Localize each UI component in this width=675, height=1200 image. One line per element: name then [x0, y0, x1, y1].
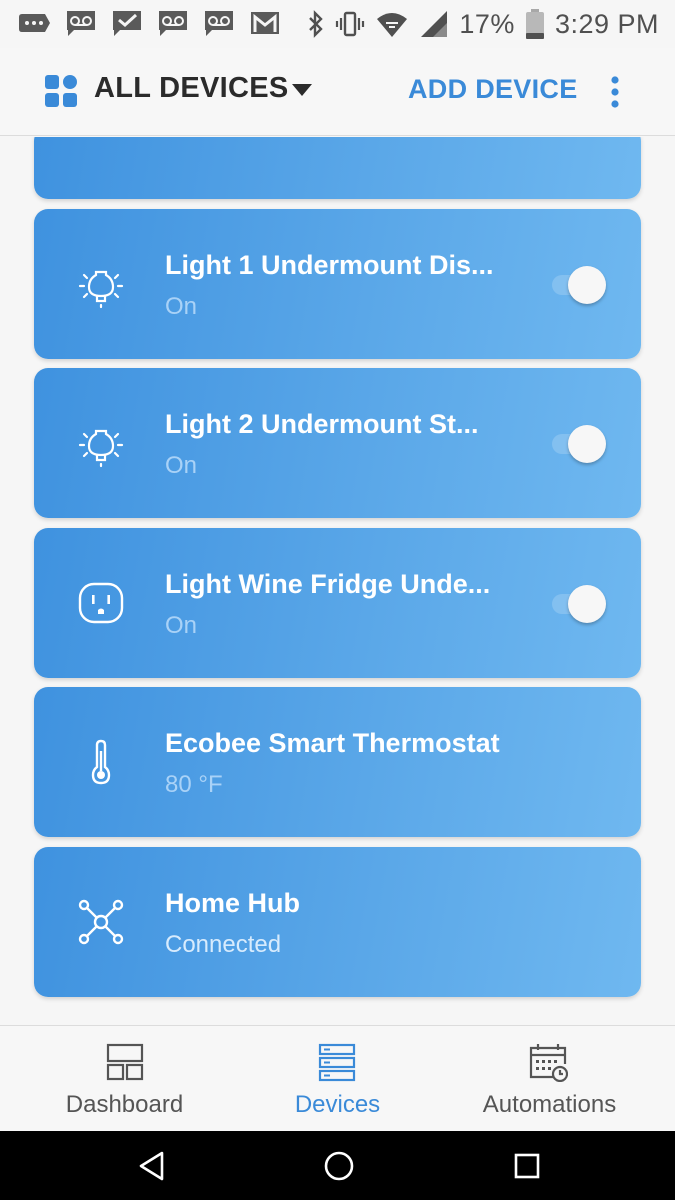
gmail-icon [251, 12, 279, 34]
grid-icon [45, 75, 77, 107]
device-name: Light 2 Undermount St... [165, 409, 479, 439]
device-name: Light 1 Undermount Dis... [165, 250, 494, 280]
automations-icon [529, 1044, 568, 1082]
cellular-signal-icon [421, 11, 448, 37]
device-card[interactable]: Home Hub Connected [34, 847, 641, 997]
device-toggle[interactable] [544, 266, 608, 304]
system-navigation-bar [0, 1131, 675, 1200]
device-card[interactable]: Light 1 Undermount Dis... On [34, 209, 641, 359]
outlet-icon [78, 582, 124, 624]
device-name: Ecobee Smart Thermostat [165, 728, 500, 758]
vibrate-icon [336, 11, 365, 37]
more-options-icon[interactable] [605, 72, 625, 112]
device-status: On [165, 612, 198, 639]
dashboard-icon [106, 1043, 144, 1081]
system-status: 17% 3:29 PM [307, 7, 659, 41]
nav-label: Devices [294, 1091, 381, 1118]
device-card[interactable]: Ecobee Smart Thermostat 80 °F [34, 687, 641, 837]
toggle-knob [568, 266, 606, 304]
device-list[interactable]: Light 1 Undermount Dis... On Light 2 Und… [0, 137, 675, 1025]
bulb-icon [78, 429, 124, 468]
device-status: On [165, 452, 198, 479]
back-icon[interactable] [135, 1149, 169, 1183]
bluetooth-icon [309, 10, 324, 38]
nav-label: Automations [482, 1091, 617, 1118]
device-status: Connected [165, 931, 282, 958]
location-selector[interactable]: ALL DEVICES [94, 72, 289, 105]
dropdown-arrow-icon[interactable] [291, 82, 313, 98]
device-card-partial[interactable] [34, 137, 641, 199]
recents-icon[interactable] [510, 1149, 544, 1183]
clock: 3:29 PM [554, 8, 659, 39]
device-card[interactable]: Light Wine Fridge Unde... On [34, 528, 641, 678]
battery-percent: 17% [459, 8, 515, 39]
device-name: Home Hub [165, 888, 300, 918]
checkmark-inbox-icon [113, 11, 141, 36]
voicemail-icon [205, 11, 233, 36]
voicemail-icon [159, 11, 187, 36]
device-toggle[interactable] [544, 585, 608, 623]
bottom-navigation: Dashboard Devices Automations [0, 1025, 675, 1131]
device-name: Light Wine Fridge Unde... [165, 569, 491, 599]
wifi-icon [377, 13, 408, 37]
device-toggle[interactable] [544, 425, 608, 463]
nav-label: Dashboard [65, 1091, 184, 1118]
bulb-icon [78, 270, 124, 309]
nav-automations[interactable]: Automations [437, 1026, 662, 1132]
nav-dashboard[interactable]: Dashboard [12, 1026, 237, 1132]
status-bar: 17% 3:29 PM [0, 0, 675, 48]
voicemail-icon [67, 11, 95, 36]
battery-icon [525, 9, 544, 39]
toggle-knob [568, 585, 606, 623]
add-device-button[interactable]: ADD DEVICE [408, 74, 578, 105]
message-icon [19, 14, 50, 32]
home-icon[interactable] [322, 1149, 356, 1183]
app-bar: ALL DEVICES ADD DEVICE [0, 48, 675, 136]
notification-icons [18, 8, 282, 38]
device-card[interactable]: Light 2 Undermount St... On [34, 368, 641, 518]
device-status: 80 °F [165, 771, 223, 798]
devices-icon [318, 1043, 356, 1082]
hub-icon [78, 899, 124, 945]
thermometer-icon [91, 739, 111, 785]
device-status: On [165, 293, 198, 320]
toggle-knob [568, 425, 606, 463]
nav-devices[interactable]: Devices [225, 1026, 450, 1132]
